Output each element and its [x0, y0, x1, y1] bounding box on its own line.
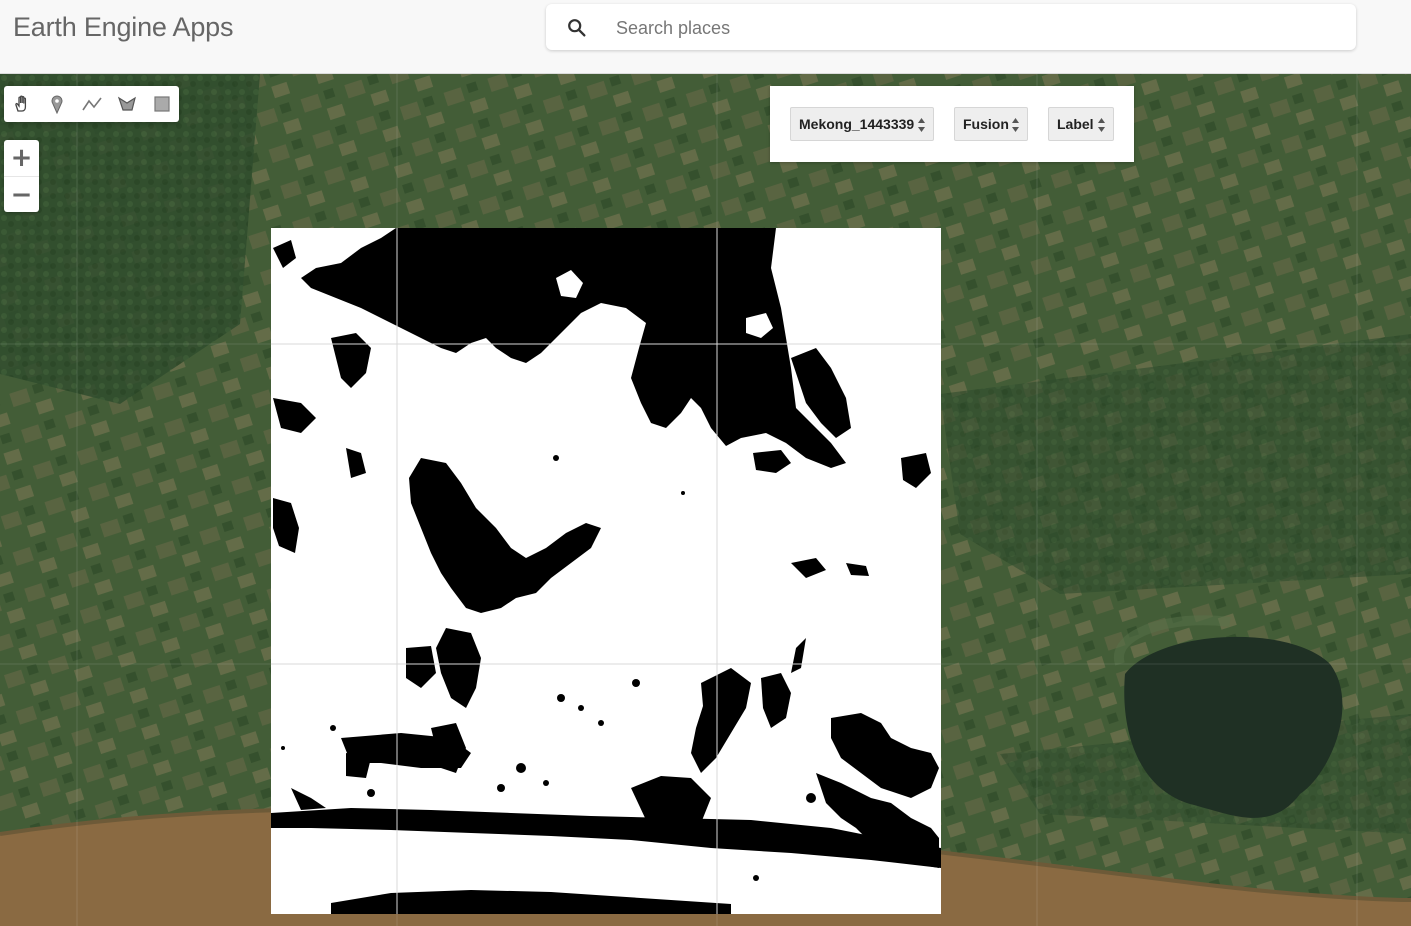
app-header: Earth Engine Apps — [0, 0, 1411, 74]
polygon-icon — [117, 96, 136, 111]
source-select[interactable]: Fusion — [954, 107, 1028, 141]
line-tool-button[interactable] — [74, 86, 109, 122]
zoom-in-button[interactable]: + — [4, 140, 39, 176]
drawing-toolbar — [4, 86, 179, 122]
region-select-value: Mekong_1443339 — [799, 116, 915, 132]
polygon-tool-button[interactable] — [109, 86, 144, 122]
updown-arrows-icon — [1012, 118, 1019, 132]
rectangle-icon — [153, 96, 170, 112]
rectangle-tool-button[interactable] — [144, 86, 179, 122]
layer-select-value: Label — [1057, 116, 1094, 132]
region-select[interactable]: Mekong_1443339 — [790, 107, 934, 141]
control-panel: Mekong_1443339 Fusion Label — [770, 86, 1134, 162]
zoom-control: + − — [4, 140, 39, 212]
search-box[interactable] — [546, 4, 1356, 50]
map-canvas[interactable]: + − Mekong_1443339 Fusion Label — [0, 74, 1411, 926]
layer-select[interactable]: Label — [1048, 107, 1114, 141]
source-select-value: Fusion — [963, 116, 1009, 132]
search-input[interactable] — [614, 12, 1338, 44]
line-icon — [81, 97, 102, 111]
updown-arrows-icon — [1098, 118, 1105, 132]
hand-icon — [14, 95, 26, 112]
point-tool-button[interactable] — [39, 86, 74, 122]
water-mask — [271, 228, 941, 914]
app-title: Earth Engine Apps — [13, 12, 234, 42]
zoom-out-button[interactable]: − — [4, 176, 39, 213]
search-icon — [568, 19, 586, 37]
pan-tool-button[interactable] — [4, 86, 39, 122]
updown-arrows-icon — [918, 118, 925, 132]
classification-overlay — [271, 228, 941, 914]
marker-icon — [51, 95, 62, 114]
